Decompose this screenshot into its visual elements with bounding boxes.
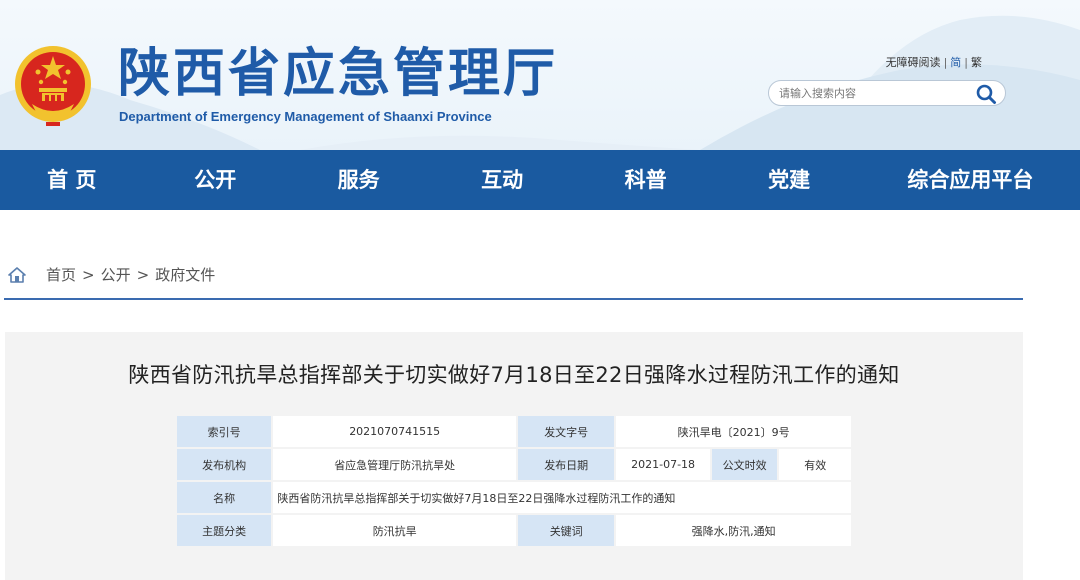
main-nav: 首 页 公开 服务 互动 科普 党建 综合应用平台 <box>0 150 1080 210</box>
nav-item-interaction[interactable]: 互动 <box>430 150 573 210</box>
nav-item-science[interactable]: 科普 <box>574 150 717 210</box>
simplified-chinese-link[interactable]: 简 <box>950 56 961 69</box>
site-header: 陕西省应急管理厅 Department of Emergency Managem… <box>0 0 1080 150</box>
docno-label: 发文字号 <box>518 416 615 447</box>
nav-item-home[interactable]: 首 页 <box>0 150 143 210</box>
national-emblem-icon <box>15 46 91 126</box>
nav-item-open[interactable]: 公开 <box>143 150 286 210</box>
document-title: 陕西省防汛抗旱总指挥部关于切实做好7月18日至22日强降水过程防汛工作的通知 <box>128 363 900 387</box>
date-label: 发布日期 <box>518 449 615 480</box>
breadcrumb-gov-docs[interactable]: 政府文件 <box>155 264 215 285</box>
index-value: 2021070741515 <box>273 416 517 447</box>
search-icon[interactable] <box>975 83 997 105</box>
category-value: 防汛抗旱 <box>273 515 517 546</box>
table-row: 主题分类 防汛抗旱 关键词 强降水,防汛,通知 <box>177 515 851 546</box>
table-row: 名称 陕西省防汛抗旱总指挥部关于切实做好7月18日至22日强降水过程防汛工作的通… <box>177 482 851 513</box>
accessible-reading-link[interactable]: 无障碍阅读 <box>886 56 941 69</box>
nav-item-platform[interactable]: 综合应用平台 <box>861 150 1080 210</box>
breadcrumb-separator: > <box>136 265 150 284</box>
keywords-label: 关键词 <box>518 515 615 546</box>
site-subtitle: Department of Emergency Management of Sh… <box>119 109 492 124</box>
docno-value: 陕汛旱电〔2021〕9号 <box>616 416 851 447</box>
traditional-chinese-link[interactable]: 繁 <box>971 56 982 69</box>
document-meta-table: 索引号 2021070741515 发文字号 陕汛旱电〔2021〕9号 发布机构… <box>175 414 853 548</box>
publisher-label: 发布机构 <box>177 449 272 480</box>
nav-item-service[interactable]: 服务 <box>287 150 430 210</box>
tools-separator: | <box>943 56 948 69</box>
breadcrumb-divider <box>4 298 1023 300</box>
category-label: 主题分类 <box>177 515 272 546</box>
document-panel: 陕西省防汛抗旱总指挥部关于切实做好7月18日至22日强降水过程防汛工作的通知 索… <box>5 332 1023 580</box>
breadcrumb: 首页 > 公开 > 政府文件 <box>8 264 215 285</box>
search-box <box>768 80 1006 106</box>
breadcrumb-separator: > <box>82 265 95 284</box>
name-value: 陕西省防汛抗旱总指挥部关于切实做好7月18日至22日强降水过程防汛工作的通知 <box>273 482 851 513</box>
publisher-value: 省应急管理厅防汛抗旱处 <box>273 449 517 480</box>
validity-label: 公文时效 <box>711 449 778 480</box>
accessibility-tools: 无障碍阅读 | 简 | 繁 <box>886 54 982 70</box>
keywords-value: 强降水,防汛,通知 <box>616 515 851 546</box>
validity-value: 有效 <box>779 449 851 480</box>
nav-item-party[interactable]: 党建 <box>717 150 860 210</box>
date-value: 2021-07-18 <box>616 449 710 480</box>
site-title: 陕西省应急管理厅 <box>118 44 559 104</box>
name-label: 名称 <box>177 482 272 513</box>
breadcrumb-home[interactable]: 首页 <box>46 264 76 285</box>
index-label: 索引号 <box>177 416 272 447</box>
breadcrumb-open[interactable]: 公开 <box>101 264 131 285</box>
table-row: 发布机构 省应急管理厅防汛抗旱处 发布日期 2021-07-18 公文时效 有效 <box>177 449 851 480</box>
home-icon <box>8 266 26 283</box>
table-row: 索引号 2021070741515 发文字号 陕汛旱电〔2021〕9号 <box>177 416 851 447</box>
tools-separator: | <box>964 56 968 69</box>
search-input[interactable] <box>779 85 969 102</box>
